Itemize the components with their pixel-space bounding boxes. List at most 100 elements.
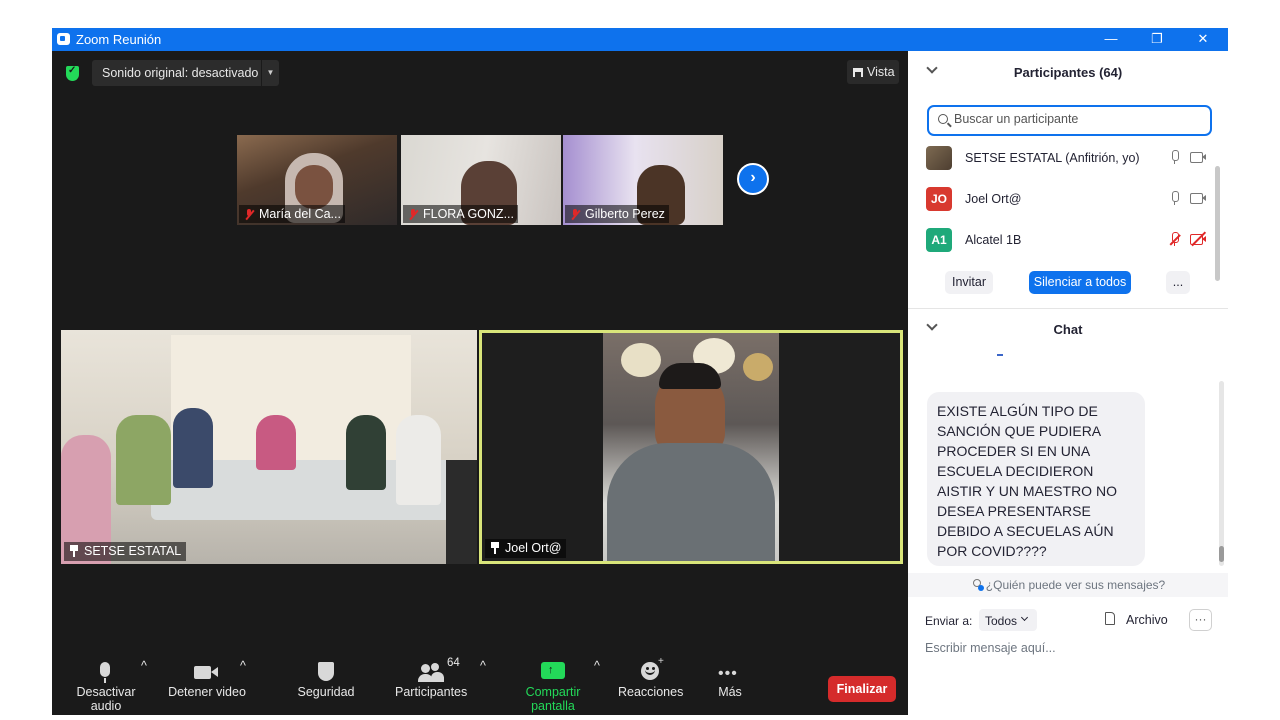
participants-button[interactable]: 64 Participantes [395,657,468,699]
video-thumbnail[interactable]: Gilberto Perez [563,135,723,225]
next-page-arrow-icon[interactable]: › [737,163,769,195]
chat-message-bubble: EXISTE ALGÚN TIPO DE SANCIÓN QUE PUDIERA… [927,392,1145,566]
stop-video-button[interactable]: Detener video [168,659,246,699]
file-button[interactable]: Archivo [1104,609,1184,631]
send-to-value: Todos [985,614,1018,628]
reactions-button[interactable]: + Reacciones [618,656,684,699]
thumbnail-name: María del Ca... [259,207,341,221]
participant-row[interactable]: A1 Alcatel 1B [926,226,1216,256]
chat-more-button[interactable]: ··· [1189,609,1212,631]
participant-face [295,165,333,209]
original-sound-label: Sonido original: desactivado [102,66,259,80]
participant-figure [116,415,171,505]
participants-label: Participantes [395,685,468,699]
flower-decoration [621,343,661,377]
mute-audio-button[interactable]: Desactivar audio [62,659,150,713]
mute-audio-label: Desactivar audio [76,685,136,713]
video-camera-icon[interactable] [1190,193,1207,204]
security-button[interactable]: Seguridad [294,659,358,699]
zoom-window: Zoom Reunión — ❐ ✕ Sonido original: desa… [52,28,1228,715]
more-dots-icon: ••• [718,665,738,682]
file-icon [1105,612,1115,625]
pin-icon [491,542,499,554]
chat-scrollbar-thumb[interactable] [1219,546,1224,562]
microphone-icon[interactable] [1170,191,1179,205]
chevron-down-icon [1020,613,1029,622]
mic-muted-icon [570,209,580,220]
view-button[interactable]: Vista [847,60,899,84]
participants-options-caret[interactable]: ^ [480,659,486,673]
restore-button[interactable]: ❐ [1134,28,1180,51]
chat-title: Chat [1053,322,1083,337]
participant-figure [346,415,386,490]
chair [446,460,477,564]
thumbnail-name-label: Gilberto Perez [565,205,669,223]
send-to-label: Enviar a: [925,614,973,628]
chat-sender-mark [997,354,1003,356]
view-label: Vista [867,65,895,79]
participant-row[interactable]: SETSE ESTATAL (Anfitrión, yo) [926,144,1216,174]
title-bar: Zoom Reunión — ❐ ✕ [52,28,1228,51]
share-options-caret[interactable]: ^ [594,659,600,673]
participants-header: Participantes (64) [908,51,1228,91]
mic-muted-icon [408,209,418,220]
security-label: Seguridad [297,685,355,699]
search-input[interactable] [954,112,1204,126]
tile-name-label: Joel Ort@ [485,539,567,558]
video-options-caret[interactable]: ^ [240,659,246,673]
mute-all-button[interactable]: Silenciar a todos [1029,271,1131,294]
tile-name-label: SETSE ESTATAL [64,542,187,561]
mic-muted-icon [244,209,254,220]
chat-header: Chat [908,309,1228,349]
original-sound-button[interactable]: Sonido original: desactivado ▼ [92,60,279,86]
meeting-area: Sonido original: desactivado ▼ Vista Mar… [52,51,908,715]
participant-figure [173,408,213,488]
chat-scrollbar-track[interactable] [1219,381,1224,566]
share-screen-button[interactable]: ↑ Compartir pantalla [502,659,604,713]
person-icon [971,579,984,591]
more-options-button[interactable]: ... [1166,271,1190,294]
participants-scrollbar[interactable] [1215,166,1220,281]
video-tile-setse[interactable]: SETSE ESTATAL [61,330,477,564]
tile-name: SETSE ESTATAL [84,544,182,558]
flower-decoration [743,353,773,381]
who-can-see-label: ¿Quién puede ver sus mensajes? [985,578,1166,592]
avatar: JO [926,187,952,211]
thumbnail-name: FLORA GONZ... [423,207,514,221]
stop-video-label: Detener video [168,685,246,699]
encryption-shield-icon[interactable] [66,65,79,81]
participant-figure [396,415,441,505]
file-label: Archivo [1126,613,1168,627]
video-tile-joel-active-speaker[interactable]: Joel Ort@ [479,330,903,564]
chat-input[interactable]: Escribir mensaje aquí... [925,641,1056,655]
participant-video [603,333,779,561]
close-button[interactable]: ✕ [1180,28,1226,51]
reactions-label: Reacciones [618,685,684,699]
microphone-icon [62,659,150,685]
audio-options-caret[interactable]: ^ [141,659,147,673]
microphone-muted-icon[interactable] [1169,232,1181,246]
participants-count: 64 [447,657,460,669]
minimize-button[interactable]: — [1088,28,1134,51]
tile-name: Joel Ort@ [505,541,562,555]
video-camera-icon[interactable] [1190,152,1207,163]
chevron-down-icon[interactable]: ▼ [261,60,279,86]
participants-icon: 64 [395,657,467,685]
emoji-smile-icon: + [618,656,682,685]
video-thumbnail[interactable]: María del Ca... [237,135,397,225]
who-can-see-messages[interactable]: ¿Quién puede ver sus mensajes? [908,573,1228,597]
end-meeting-button[interactable]: Finalizar [828,676,896,702]
more-button[interactable]: ••• Más [710,659,750,699]
participant-search[interactable] [927,105,1212,136]
invite-button[interactable]: Invitar [945,271,993,294]
side-panel: Participantes (64) SETSE ESTATAL (Anfitr… [908,51,1228,692]
send-to-dropdown[interactable]: Todos [979,609,1037,631]
participant-row[interactable]: JO Joel Ort@ [926,185,1216,215]
thumbnail-name-label: FLORA GONZ... [403,205,518,223]
participant-figure [256,415,296,470]
microphone-icon[interactable] [1170,150,1179,164]
video-camera-off-icon[interactable] [1190,231,1207,246]
video-thumbnail[interactable]: FLORA GONZ... [401,135,561,225]
meeting-toolbar: Desactivar audio ^ Detener video ^ Segur… [52,639,908,715]
pin-icon [70,545,78,557]
